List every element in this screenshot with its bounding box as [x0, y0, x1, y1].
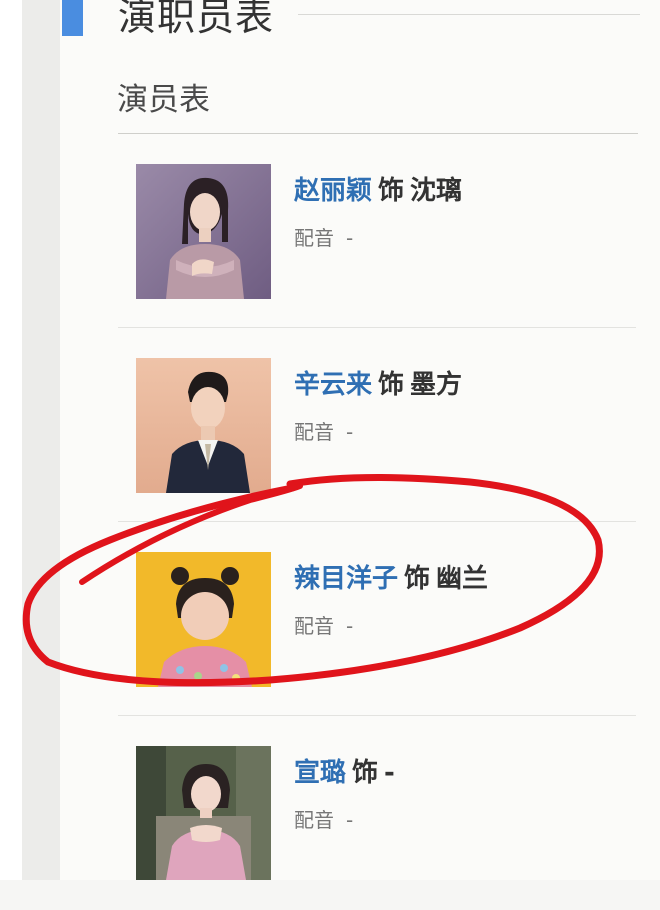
dub-value: -	[346, 808, 354, 832]
actor-name-link[interactable]: 宣璐	[294, 758, 346, 788]
dub-label: 配音	[294, 808, 334, 832]
cast-item: 辛云来饰墨方 配音 -	[118, 328, 636, 522]
cast-item: 宣璐饰 - 配音 -	[118, 716, 636, 910]
cast-list: 赵丽颖饰沈璃 配音 - 辛云来 饰 墨方 配音 - 辣目洋子 饰 幽兰 配音 -…	[0, 0, 660, 880]
actor-photo[interactable]	[136, 164, 271, 299]
role-line: 赵丽颖饰沈璃	[294, 170, 462, 207]
dub-value: -	[346, 420, 354, 444]
actor-name-link[interactable]: 辛云来	[294, 370, 372, 400]
role-connector: 饰	[378, 370, 405, 400]
dub-value: -	[346, 226, 354, 250]
actor-name-link[interactable]: 辣目洋子	[294, 564, 398, 594]
role-name: -	[384, 758, 395, 788]
dub-line: 配音 -	[294, 416, 353, 445]
role-connector: 饰	[404, 564, 431, 594]
actor-name-link[interactable]: 赵丽颖	[294, 176, 372, 206]
actor-photo[interactable]	[136, 552, 271, 687]
role-name: 幽兰	[436, 564, 489, 594]
cast-item: 辣目洋子饰幽兰 配音 -	[118, 522, 636, 716]
role-line: 辛云来饰墨方	[294, 364, 462, 401]
dub-value: -	[346, 614, 354, 638]
dub-label: 配音	[294, 226, 334, 250]
dub-label: 配音	[294, 614, 334, 638]
role-connector: 饰	[378, 176, 405, 206]
role-line: 宣璐饰 -	[294, 752, 395, 789]
actor-photo[interactable]	[136, 746, 271, 880]
role-name: 墨方	[410, 370, 463, 400]
dub-line: 配音 -	[294, 804, 353, 833]
role-connector: 饰	[352, 758, 379, 788]
actor-photo[interactable]	[136, 358, 271, 493]
dub-label: 配音	[294, 420, 334, 444]
dub-line: 配音 -	[294, 222, 353, 251]
cast-item: 赵丽颖饰沈璃 配音 -	[118, 134, 636, 328]
role-name: 沈璃	[410, 176, 463, 206]
role-line: 辣目洋子饰幽兰	[294, 558, 488, 595]
dub-line: 配音 -	[294, 610, 353, 639]
